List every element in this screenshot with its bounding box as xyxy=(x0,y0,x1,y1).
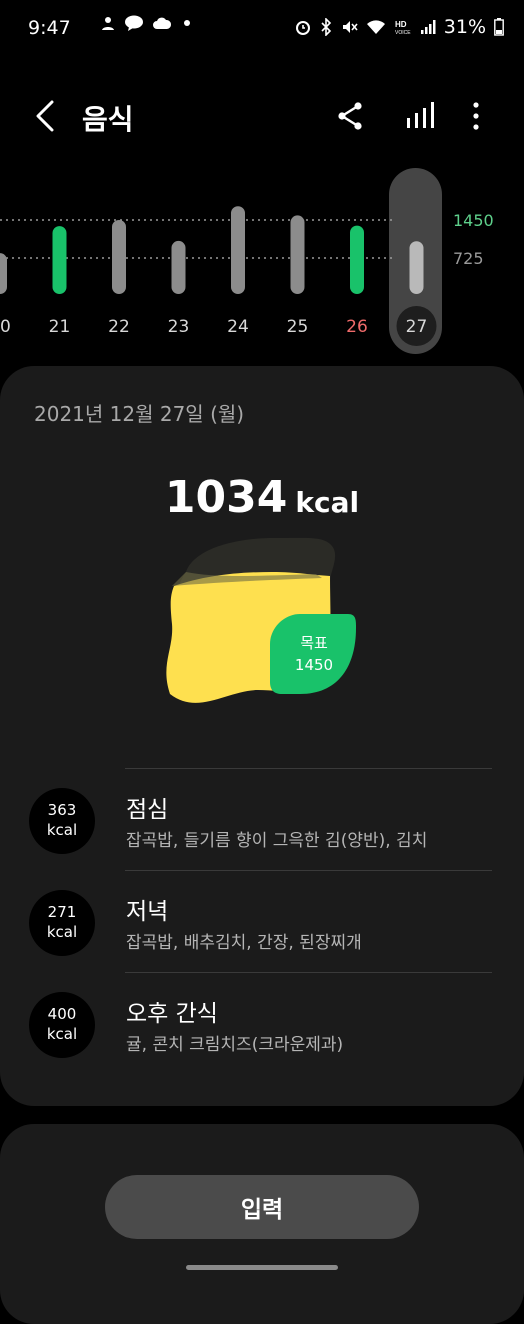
bar-day-26[interactable] xyxy=(350,225,364,294)
meal-name: 저녁 xyxy=(126,899,169,925)
date-label: 2021년 12월 27일 (월) xyxy=(34,402,245,426)
divider xyxy=(125,972,492,973)
calorie-bar-chart[interactable]: 1450 725 20 21 22 23 24 25 26 27 xyxy=(0,168,524,358)
meal-item-dinner[interactable]: 271 kcal 저녁 잡곡밥, 배추김치, 간장, 된장찌개 xyxy=(0,870,524,972)
meal-kcal-unit: kcal xyxy=(46,1025,78,1043)
meal-kcal-value: 400 xyxy=(47,1005,77,1023)
x-tick-label: 26 xyxy=(346,317,368,337)
person-alert-icon xyxy=(102,17,114,30)
battery-percent: 31% xyxy=(443,16,486,38)
goal-badge: 목표 1450 xyxy=(272,614,356,694)
meal-kcal-badge: 363 kcal xyxy=(29,788,95,854)
more-vertical-icon[interactable] xyxy=(458,98,494,134)
total-kcal-unit: kcal xyxy=(295,486,360,519)
mute-icon xyxy=(342,21,358,33)
y-label-half: 725 xyxy=(453,249,484,268)
battery-icon xyxy=(494,18,504,36)
status-time: 9:47 xyxy=(28,17,71,39)
daily-summary-card: 2021년 12월 27일 (월) 1034 kcal 목표 1450 363 k… xyxy=(0,366,524,1106)
goal-label: 목표 xyxy=(300,634,328,652)
cloud-icon xyxy=(153,17,172,29)
chevron-left-icon[interactable] xyxy=(30,96,62,136)
meal-item-afternoon-snack[interactable]: 400 kcal 오후 간식 귤, 콘치 크림치즈(크라운제과) xyxy=(0,972,524,1074)
kakaotalk-icon xyxy=(125,15,143,31)
status-bar: 9:47 HD VOICE 31% xyxy=(0,0,524,58)
meal-list: 363 kcal 점심 잡곡밥, 들기름 향이 그윽한 김(양반), 김치 27… xyxy=(0,768,524,1074)
x-tick-label: 20 xyxy=(0,317,11,337)
divider xyxy=(125,768,492,769)
meal-items: 잡곡밥, 들기름 향이 그윽한 김(양반), 김치 xyxy=(126,831,428,851)
x-tick-label: 24 xyxy=(227,317,249,337)
meal-item-lunch[interactable]: 363 kcal 점심 잡곡밥, 들기름 향이 그윽한 김(양반), 김치 xyxy=(0,768,524,870)
meal-items: 귤, 콘치 크림치즈(크라운제과) xyxy=(126,1035,344,1055)
wifi-icon xyxy=(366,20,385,34)
alarm-icon xyxy=(295,21,310,35)
nav-gesture-handle[interactable] xyxy=(186,1265,338,1270)
meal-kcal-value: 363 xyxy=(47,801,77,819)
meal-kcal-badge: 400 kcal xyxy=(29,992,95,1058)
meal-items: 잡곡밥, 배추김치, 간장, 된장찌개 xyxy=(126,933,362,953)
meal-name: 오후 간식 xyxy=(126,1001,218,1027)
bar-day-24[interactable] xyxy=(231,206,245,294)
share-icon[interactable] xyxy=(332,98,368,134)
page-title: 음식 xyxy=(82,103,134,136)
bar-day-23[interactable] xyxy=(171,240,186,294)
signal-icon xyxy=(420,20,436,34)
meal-kcal-unit: kcal xyxy=(46,923,78,941)
bar-chart-icon[interactable] xyxy=(402,98,438,134)
bluetooth-icon xyxy=(321,18,331,36)
bar-day-21[interactable] xyxy=(52,226,67,294)
meal-kcal-value: 271 xyxy=(47,903,77,921)
bar-day-20[interactable] xyxy=(0,253,7,294)
total-kcal-value: 1034 xyxy=(164,472,288,523)
x-tick-label: 22 xyxy=(108,317,130,337)
y-label-goal: 1450 xyxy=(453,211,494,230)
app-bar: 음식 xyxy=(0,80,524,152)
svg-text:HD: HD xyxy=(395,20,407,29)
meal-kcal-unit: kcal xyxy=(46,821,78,839)
meal-kcal-badge: 271 kcal xyxy=(29,890,95,956)
bar-day-25[interactable] xyxy=(290,215,305,294)
x-tick-label: 23 xyxy=(168,317,190,337)
x-tick-label: 27 xyxy=(406,317,428,337)
meal-name: 점심 xyxy=(126,797,169,823)
bar-day-27[interactable] xyxy=(409,241,424,294)
x-tick-label: 25 xyxy=(287,317,309,337)
bar-day-22[interactable] xyxy=(112,220,126,294)
dot-icon xyxy=(184,20,190,26)
svg-text:VOICE: VOICE xyxy=(395,30,411,36)
hd-voice-icon: HDVOICE xyxy=(395,20,411,36)
input-button[interactable]: 입력 xyxy=(105,1175,419,1239)
goal-value: 1450 xyxy=(294,656,334,674)
divider xyxy=(125,870,492,871)
total-kcal: 1034 kcal xyxy=(0,472,524,523)
x-tick-label: 21 xyxy=(49,317,71,337)
